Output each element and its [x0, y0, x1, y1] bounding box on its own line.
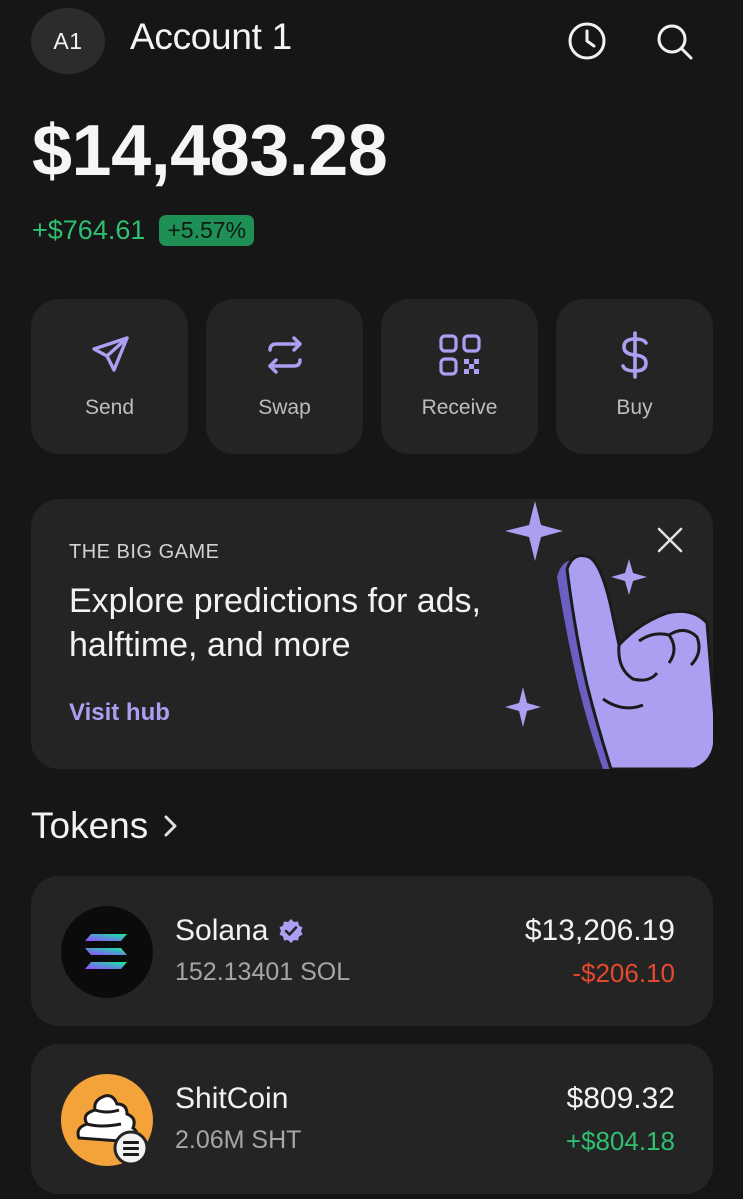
swap-button[interactable]: Swap	[206, 299, 363, 454]
close-icon[interactable]	[655, 525, 685, 555]
balance-change: +$764.61 +5.57%	[32, 215, 255, 246]
token-value: $13,206.19	[524, 914, 675, 947]
header: A1 Account 1	[0, 0, 743, 90]
tokens-title: Tokens	[31, 805, 149, 846]
verified-badge-icon	[279, 919, 303, 943]
search-icon[interactable]	[653, 20, 695, 62]
promo-title: Explore predictions for ads, halftime, a…	[69, 582, 481, 664]
token-change: +$804.18	[565, 1126, 675, 1156]
promo-banner[interactable]: THE BIG GAME Explore predictions for ads…	[31, 499, 713, 769]
change-amount: +$764.61	[32, 215, 146, 245]
token-name-text: ShitCoin	[175, 1082, 289, 1115]
token-value: $809.32	[566, 1082, 675, 1115]
total-balance: $14,483.28	[32, 111, 388, 191]
receive-label: Receive	[421, 396, 498, 419]
solana-logo-icon	[61, 906, 153, 998]
avatar-initials: A1	[53, 27, 83, 54]
account-name[interactable]: Account 1	[130, 16, 292, 58]
qr-code-icon	[381, 331, 538, 379]
token-name-text: Solana	[175, 914, 269, 947]
dollar-icon	[556, 331, 713, 379]
token-row-solana[interactable]: Solana 152.13401 SOL $13,206.19 -$206.10	[31, 876, 713, 1026]
token-name: ShitCoin	[175, 1082, 288, 1116]
clock-icon[interactable]	[566, 20, 608, 62]
token-row-shitcoin[interactable]: ShitCoin 2.06M SHT $809.32 +$804.18	[31, 1044, 713, 1194]
buy-label: Buy	[616, 396, 653, 419]
visit-hub-link[interactable]: Visit hub	[69, 699, 170, 727]
send-label: Send	[84, 396, 135, 419]
action-buttons: Send Swap Receive Buy	[31, 299, 713, 454]
token-amount: 2.06M SHT	[175, 1126, 302, 1154]
token-amount: 152.13401 SOL	[175, 958, 351, 986]
swap-icon	[206, 331, 363, 379]
token-name: Solana	[175, 914, 304, 948]
shitcoin-logo-icon	[61, 1074, 153, 1166]
buy-button[interactable]: Buy	[556, 299, 713, 454]
send-button[interactable]: Send	[31, 299, 188, 454]
promo-eyebrow: THE BIG GAME	[69, 541, 220, 563]
send-icon	[31, 331, 188, 379]
receive-button[interactable]: Receive	[381, 299, 538, 454]
tokens-section-header[interactable]: Tokens	[31, 805, 180, 847]
account-avatar[interactable]: A1	[31, 8, 105, 74]
token-change: -$206.10	[572, 958, 675, 988]
swap-label: Swap	[258, 396, 311, 419]
change-percent-badge: +5.57%	[159, 215, 255, 246]
chevron-right-icon	[164, 815, 177, 837]
